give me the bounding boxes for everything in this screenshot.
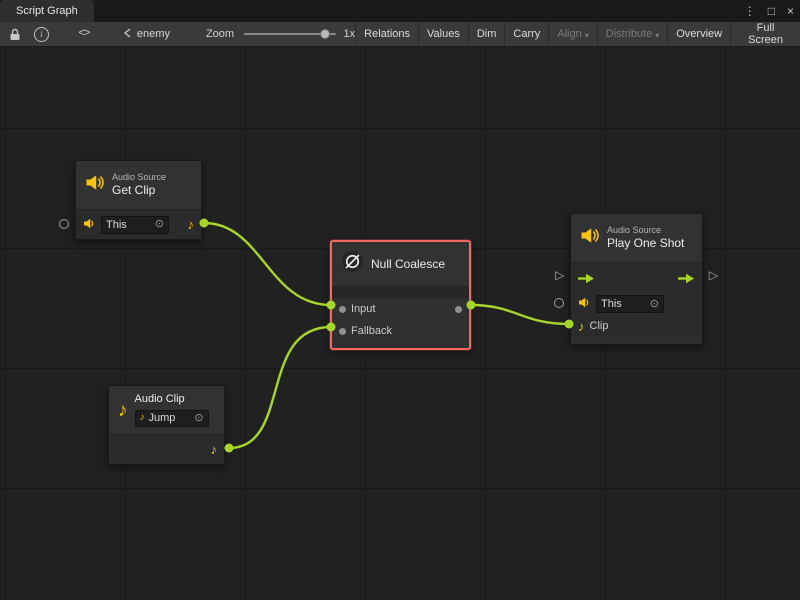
- lock-icon[interactable]: [6, 24, 24, 44]
- node-header: Null Coalesce: [332, 242, 469, 286]
- button-label: Relations: [364, 28, 410, 40]
- audio-clip-input-port-icon[interactable]: ♪: [578, 320, 585, 333]
- flow-input-arrow-icon[interactable]: [578, 273, 595, 284]
- audio-clip-field-icon: ♪: [140, 413, 145, 423]
- node-title: Null Coalesce: [371, 257, 445, 271]
- align-button[interactable]: Align ▾: [548, 22, 596, 46]
- node-header: Audio Source Get Clip: [76, 161, 201, 209]
- target-dropdown[interactable]: This ⊙: [101, 216, 169, 234]
- target-value: This: [106, 219, 127, 231]
- button-label: Values: [427, 28, 460, 40]
- wire-getclip-to-input: [204, 223, 331, 305]
- fallback-port-label: Fallback: [351, 325, 392, 337]
- clip-port-row: ♪ Clip: [571, 315, 702, 337]
- tab-bar: Script Graph ⋮ □ ×: [0, 0, 800, 22]
- clip-value-dropdown[interactable]: ♪ Jump ⊙: [135, 410, 209, 427]
- audio-clip-output-port-icon[interactable]: ♪: [188, 218, 195, 231]
- audio-source-icon: [580, 227, 600, 249]
- wire-audioclip-to-fallback: [229, 327, 331, 448]
- button-label: Overview: [676, 28, 722, 40]
- audio-source-icon: [85, 174, 105, 196]
- graph-canvas[interactable]: Audio Source Get Clip This ⊙ ♪: [0, 47, 800, 600]
- speaker-icon: [578, 295, 591, 313]
- target-dropdown[interactable]: This ⊙: [596, 295, 664, 313]
- wire-output-to-clip: [471, 305, 569, 324]
- maximize-icon[interactable]: □: [768, 5, 775, 17]
- node-audio-clip[interactable]: ♪ Audio Clip ♪ Jump ⊙ ♪: [108, 385, 225, 465]
- flow-input-port-triangle[interactable]: ▷: [555, 269, 564, 281]
- chevron-down-icon: ▾: [655, 31, 659, 40]
- values-button[interactable]: Values: [418, 22, 468, 46]
- zoom-slider-handle[interactable]: [320, 29, 330, 39]
- control-flow-row: [571, 262, 702, 293]
- graph-toolbar: i <> enemy Zoom 1x Relations Values Dim …: [0, 22, 800, 47]
- target-value: This: [601, 298, 622, 310]
- node-port-row: This ⊙ ♪: [76, 209, 201, 239]
- speaker-icon: [83, 216, 96, 234]
- zoom-value: 1x: [344, 28, 356, 40]
- audio-clip-output-port-icon[interactable]: ♪: [211, 443, 218, 456]
- audio-clip-icon: ♪: [118, 401, 128, 420]
- relations-button[interactable]: Relations: [355, 22, 418, 46]
- fallback-port-row: Fallback: [332, 320, 469, 342]
- input-port-label: Input: [351, 303, 375, 315]
- output-port-row: ♪: [109, 434, 224, 464]
- window-controls: ⋮ □ ×: [744, 0, 794, 22]
- code-icon[interactable]: <>: [75, 24, 93, 44]
- overview-button[interactable]: Overview: [667, 22, 730, 46]
- node-play-one-shot[interactable]: Audio Source Play One Shot This: [570, 213, 703, 345]
- button-label: Distribute: [606, 28, 652, 40]
- clip-value: Jump: [149, 412, 176, 426]
- toolbar-buttons: Relations Values Dim Carry Align ▾ Distri…: [355, 22, 800, 46]
- button-label: Full Screen: [739, 22, 792, 46]
- clip-port-label: Clip: [590, 320, 609, 332]
- zoom-slider[interactable]: [244, 28, 335, 40]
- fallback-port-dot[interactable]: [339, 328, 346, 335]
- node-title: Play One Shot: [607, 236, 684, 251]
- dim-button[interactable]: Dim: [468, 22, 505, 46]
- kebab-menu-icon[interactable]: ⋮: [744, 5, 756, 17]
- node-title: Audio Clip: [135, 393, 209, 407]
- back-arrow-icon: [123, 28, 132, 41]
- flow-output-port-triangle[interactable]: ▷: [709, 269, 718, 281]
- graph-breadcrumb[interactable]: enemy: [123, 28, 170, 41]
- chevron-down-icon: ▾: [585, 31, 589, 40]
- node-divider: [332, 286, 469, 298]
- object-picker-icon[interactable]: ⊙: [650, 299, 659, 310]
- object-picker-icon[interactable]: ⊙: [155, 219, 164, 230]
- button-label: Carry: [513, 28, 540, 40]
- button-label: Align: [557, 28, 581, 40]
- node-title: Get Clip: [112, 183, 166, 198]
- target-input-port[interactable]: [59, 219, 69, 229]
- object-picker-icon[interactable]: ⊙: [194, 413, 203, 424]
- null-coalesce-icon: [341, 250, 364, 278]
- graph-name-label: enemy: [137, 28, 170, 40]
- input-port-dot[interactable]: [339, 306, 346, 313]
- node-category: Audio Source: [607, 225, 684, 236]
- info-icon[interactable]: i: [34, 27, 49, 42]
- close-icon[interactable]: ×: [787, 5, 794, 17]
- distribute-button[interactable]: Distribute▾: [597, 22, 667, 46]
- result-output-port-dot[interactable]: [455, 306, 462, 313]
- node-get-clip[interactable]: Audio Source Get Clip This ⊙ ♪: [75, 160, 202, 240]
- unity-script-graph-window: Script Graph ⋮ □ × i <> enemy Zoom 1x Re…: [0, 0, 800, 600]
- node-header: Audio Source Play One Shot: [571, 214, 702, 262]
- flow-output-arrow-icon[interactable]: [678, 273, 695, 284]
- node-header: ♪ Audio Clip ♪ Jump ⊙: [109, 386, 224, 434]
- target-input-port[interactable]: [554, 298, 564, 308]
- input-port-row: Input: [332, 298, 469, 320]
- node-null-coalesce[interactable]: Null Coalesce Input Fallback: [330, 240, 471, 350]
- carry-button[interactable]: Carry: [504, 22, 548, 46]
- zoom-label: Zoom: [206, 28, 234, 40]
- full-screen-button[interactable]: Full Screen: [730, 22, 800, 46]
- target-port-row: This ⊙: [571, 293, 702, 315]
- button-label: Dim: [477, 28, 497, 40]
- tab-script-graph[interactable]: Script Graph: [0, 0, 94, 22]
- node-category: Audio Source: [112, 172, 166, 183]
